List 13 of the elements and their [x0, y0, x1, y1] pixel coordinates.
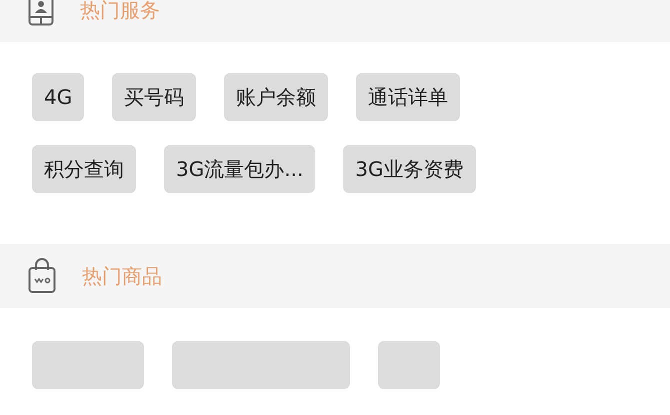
service-tag[interactable]: 账户余额	[224, 73, 328, 121]
service-tag[interactable]: 3G流量包办...	[164, 145, 316, 193]
section-title: 热门商品	[82, 262, 162, 290]
service-tag[interactable]: 买号码	[112, 73, 196, 121]
service-tag[interactable]: 3G业务资费	[343, 145, 476, 193]
shopping-bag-icon	[28, 258, 56, 294]
phone-person-icon	[28, 0, 54, 26]
service-tag[interactable]: 积分查询	[32, 145, 136, 193]
product-tag[interactable]	[172, 341, 350, 389]
service-tag[interactable]: 通话详单	[356, 73, 460, 121]
product-tag[interactable]	[32, 341, 144, 389]
service-tag[interactable]: 4G	[32, 73, 84, 121]
product-tag[interactable]	[378, 341, 440, 389]
